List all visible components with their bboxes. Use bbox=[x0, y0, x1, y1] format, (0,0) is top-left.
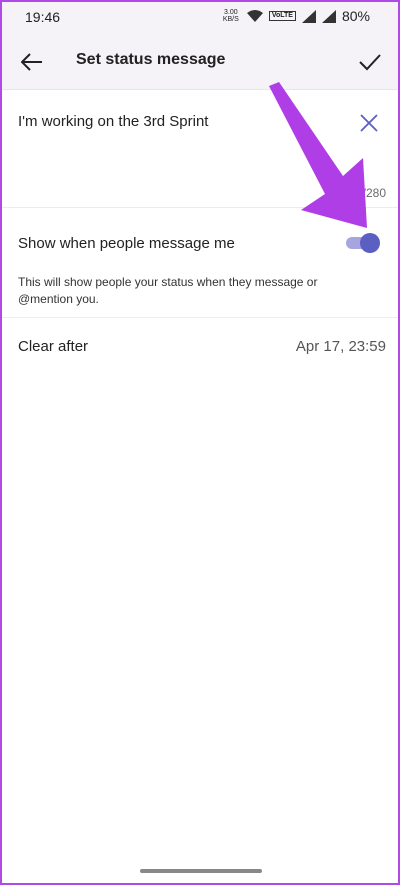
status-message-text[interactable]: I'm working on the 3rd Sprint bbox=[18, 113, 208, 130]
save-button[interactable] bbox=[354, 46, 386, 78]
clear-after-label: Clear after bbox=[18, 338, 89, 355]
network-type-badge: VoLTE bbox=[268, 11, 296, 21]
show-when-messaged-description: This will show people your status when t… bbox=[18, 275, 318, 306]
net-speed-value: 3.00 bbox=[224, 9, 238, 16]
net-speed-unit: KB/S bbox=[222, 16, 239, 23]
status-bar: 19:46 3.00 KB/S VoLTE 80% bbox=[0, 0, 400, 34]
status-time: 19:46 bbox=[25, 9, 61, 25]
wifi-icon bbox=[246, 9, 263, 22]
back-button[interactable] bbox=[16, 46, 48, 78]
clear-after-value: Apr 17, 23:59 bbox=[295, 338, 386, 355]
check-icon bbox=[359, 54, 381, 71]
back-arrow-icon bbox=[21, 53, 42, 71]
battery-level: 80% bbox=[341, 8, 370, 24]
net-speed: 3.00 KB/S bbox=[221, 9, 241, 23]
status-icons: 3.00 KB/S VoLTE 80% bbox=[221, 8, 370, 24]
signal-icon-2 bbox=[321, 9, 336, 23]
page-title: Set status message bbox=[76, 51, 226, 68]
annotation-arrow bbox=[269, 82, 367, 228]
show-when-messaged-label: Show when people message me bbox=[18, 235, 235, 252]
signal-icon bbox=[301, 9, 316, 23]
clear-after-row[interactable]: Clear after Apr 17, 23:59 bbox=[0, 318, 400, 374]
home-indicator[interactable] bbox=[140, 869, 262, 873]
